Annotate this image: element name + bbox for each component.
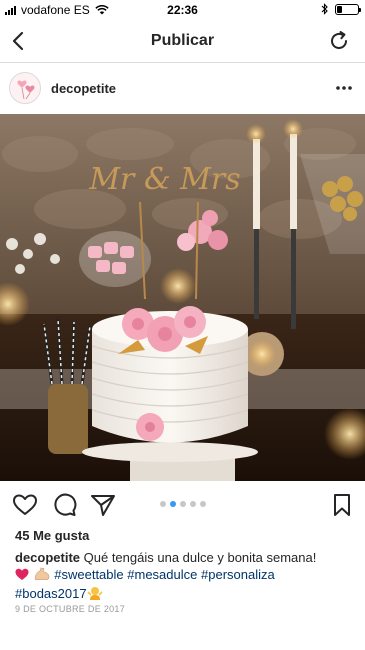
flexed-biceps-icon [33, 567, 51, 585]
hashtag-personaliza[interactable]: #personaliza [201, 567, 275, 582]
post-date: 9 DE OCTUBRE DE 2017 [15, 604, 126, 614]
hashtag-bodas2017[interactable]: #bodas2017 [15, 586, 87, 601]
post-photo[interactable]: Mr & Mrs [0, 114, 365, 481]
avatar[interactable] [9, 72, 41, 104]
refresh-icon[interactable] [328, 30, 350, 52]
carousel-dot [169, 501, 176, 507]
like-count[interactable]: 45 Me gusta [15, 528, 89, 543]
battery-icon [335, 3, 361, 15]
carousel-dot [179, 501, 186, 507]
battery-fill [337, 5, 342, 13]
balloon-hearts-icon [17, 80, 35, 100]
caption-text: Qué tengáis una dulce y bonita semana! [83, 550, 317, 565]
bluetooth-icon [321, 3, 328, 15]
status-time: 22:36 [167, 3, 198, 17]
cake-photo-illustration: Mr & Mrs [0, 114, 365, 481]
nav-bar: Publicar [0, 20, 365, 63]
cake-topper-text: Mr & Mrs [88, 162, 240, 197]
carousel-indicator [0, 501, 365, 507]
carousel-dot [189, 501, 196, 507]
carousel-dot [159, 501, 166, 507]
post-header: decopetite [0, 64, 365, 114]
post-username[interactable]: decopetite [51, 81, 116, 96]
hashtag-mesadulce[interactable]: #mesadulce [127, 567, 197, 582]
post-caption: decopetite Qué tengáis una dulce y bonit… [15, 549, 355, 604]
status-bar: vodafone ES 22:36 [0, 0, 365, 20]
bookmark-icon[interactable] [331, 493, 353, 517]
caption-username[interactable]: decopetite [15, 550, 80, 565]
red-heart-icon [15, 568, 29, 585]
status-right [321, 3, 361, 15]
carousel-dot [199, 501, 206, 507]
page-title: Publicar [150, 32, 215, 49]
hashtag-sweettable[interactable]: #sweettable [54, 567, 123, 582]
more-horizontal-icon[interactable] [335, 80, 353, 96]
post-actions [0, 481, 365, 525]
woman-gesturing-icon [87, 586, 103, 604]
